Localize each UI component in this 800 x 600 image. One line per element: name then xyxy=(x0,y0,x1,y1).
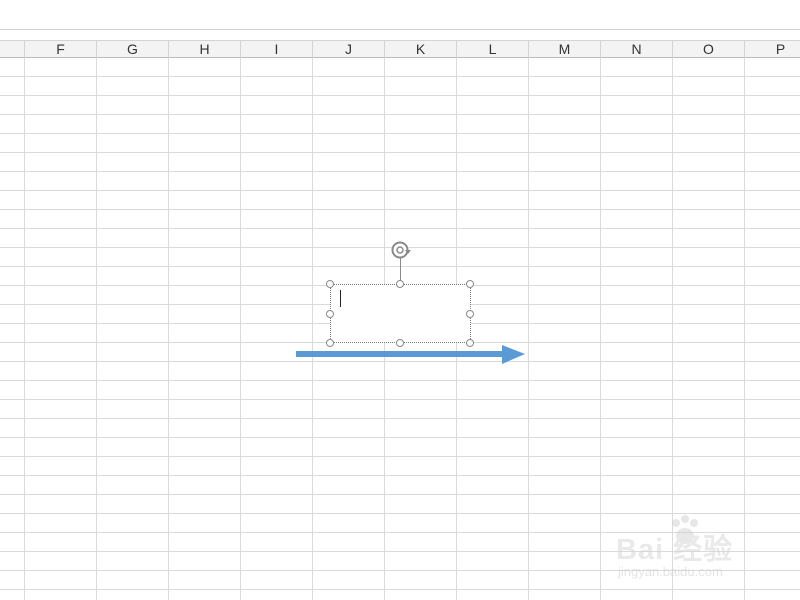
column-gridline xyxy=(528,58,529,600)
resize-handle-top-right[interactable] xyxy=(466,280,474,288)
column-header-f[interactable]: F xyxy=(25,41,97,58)
resize-handle-bottom-right[interactable] xyxy=(466,339,474,347)
resize-handle-top[interactable] xyxy=(396,280,404,288)
spreadsheet-window: F G H I J K L M N O P Bai 经验 jingyan.bai… xyxy=(0,0,800,600)
ribbon-strip xyxy=(0,0,800,30)
resize-handle-left[interactable] xyxy=(326,310,334,318)
column-header-j[interactable]: J xyxy=(313,41,385,58)
column-header-p[interactable]: P xyxy=(745,41,800,58)
column-gridline xyxy=(600,58,601,600)
column-header-n[interactable]: N xyxy=(601,41,673,58)
column-header-h[interactable]: H xyxy=(169,41,241,58)
resize-handle-bottom-left[interactable] xyxy=(326,339,334,347)
text-cursor xyxy=(340,290,341,307)
column-gridline xyxy=(96,58,97,600)
resize-handle-bottom[interactable] xyxy=(396,339,404,347)
rotate-stem xyxy=(400,258,401,282)
column-header-i[interactable]: I xyxy=(241,41,313,58)
column-gridline xyxy=(168,58,169,600)
rotate-icon[interactable] xyxy=(390,240,412,260)
column-gridline xyxy=(24,58,25,600)
column-header-m[interactable]: M xyxy=(529,41,601,58)
column-gridline xyxy=(744,58,745,600)
column-header-k[interactable]: K xyxy=(385,41,457,58)
column-gridline xyxy=(240,58,241,600)
column-gridline xyxy=(312,58,313,600)
column-header-o[interactable]: O xyxy=(673,41,745,58)
column-gridline xyxy=(672,58,673,600)
arrow-shaft xyxy=(296,351,506,357)
arrow-head xyxy=(502,345,525,364)
column-header-e[interactable] xyxy=(0,41,25,58)
resize-handle-right[interactable] xyxy=(466,310,474,318)
resize-handle-top-left[interactable] xyxy=(326,280,334,288)
column-header-l[interactable]: L xyxy=(457,41,529,58)
column-header-row: F G H I J K L M N O P xyxy=(0,40,800,58)
right-arrow-shape[interactable] xyxy=(290,342,530,368)
text-box-shape[interactable] xyxy=(330,284,471,343)
column-header-g[interactable]: G xyxy=(97,41,169,58)
